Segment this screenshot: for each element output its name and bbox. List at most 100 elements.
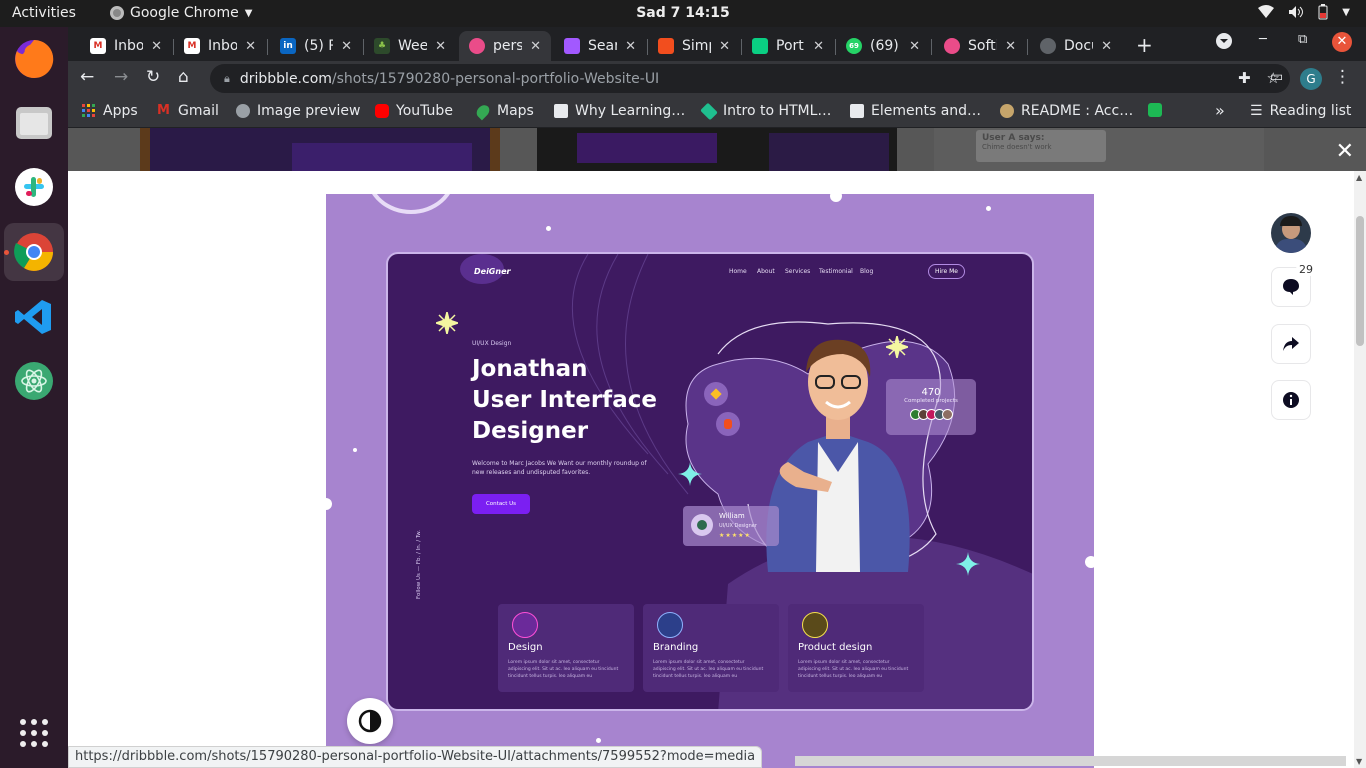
bookmark-maps[interactable]: Maps	[474, 102, 534, 120]
close-tab-icon[interactable]: ✕	[245, 39, 256, 54]
show-applications-button[interactable]	[10, 709, 58, 757]
extensions-puzzle-icon[interactable]: ✚	[1238, 69, 1251, 87]
firefox-launcher[interactable]	[10, 35, 58, 83]
designer-avatar[interactable]	[1271, 213, 1311, 253]
system-tray[interactable]: ▼	[1258, 4, 1350, 20]
close-tab-icon[interactable]: ✕	[530, 39, 541, 54]
tab-gmail-2[interactable]: M Inbo ✕	[174, 31, 266, 61]
scrollbar-thumb[interactable]	[1356, 216, 1364, 346]
background-thumbnail	[140, 128, 500, 171]
bookmark-intro-html[interactable]: Intro to HTML…	[700, 102, 831, 120]
close-tab-icon[interactable]: ✕	[813, 39, 824, 54]
new-tab-button[interactable]: +	[1136, 33, 1153, 57]
tab-figma-search[interactable]: Sear ✕	[554, 31, 646, 61]
cast-icon[interactable]: ▭	[1270, 69, 1283, 85]
tab-linkedin[interactable]: in (5) P ✕	[270, 31, 362, 61]
close-tab-icon[interactable]: ✕	[435, 39, 446, 54]
bookmark-why-learning[interactable]: Why Learning…	[554, 103, 685, 119]
tab-docs[interactable]: Docu ✕	[1030, 31, 1122, 61]
bookmark-elements[interactable]: Elements and…	[850, 103, 981, 119]
branding-icon	[657, 612, 683, 638]
bookmark-label: Gmail	[178, 103, 219, 119]
vertical-scrollbar[interactable]: ▲ ▼	[1354, 171, 1366, 768]
shot-details-button[interactable]	[1271, 380, 1311, 420]
scroll-down-arrow-icon[interactable]: ▼	[1356, 757, 1362, 766]
contrast-toggle-button[interactable]	[347, 698, 393, 744]
service-card-product-design: Product design Lorem ipsum dolor sit ame…	[788, 604, 924, 692]
mockup-stats-card: 470 Completed projects	[886, 379, 976, 435]
share-button[interactable]	[1271, 324, 1311, 364]
tab-figma-portfolio[interactable]: Port ✕	[742, 31, 834, 61]
bookmark-label: Maps	[497, 103, 534, 119]
close-tab-icon[interactable]: ✕	[1101, 39, 1112, 54]
bookmark-youtube[interactable]: YouTube	[375, 103, 453, 119]
home-icon[interactable]: ⌂	[178, 67, 189, 87]
slack-launcher[interactable]	[10, 163, 58, 211]
tab-figma-simple[interactable]: Simp ✕	[648, 31, 740, 61]
reload-icon[interactable]: ↻	[146, 67, 160, 87]
tab-title: Wee	[398, 38, 428, 54]
vscode-icon	[15, 300, 51, 334]
gmail-icon: M	[157, 103, 170, 118]
tab-gmail-1[interactable]: M Inbo ✕	[80, 31, 172, 61]
bookmark-extension[interactable]	[1148, 103, 1162, 117]
tab-dribbble-software[interactable]: Softi ✕	[934, 31, 1026, 61]
backdrop-text: Chime doesn't work	[982, 143, 1052, 151]
shot-image[interactable]: DeiGner DeiGner Home About Services Test…	[326, 194, 1094, 768]
bookmark-label: Image preview	[257, 103, 361, 119]
atom-launcher[interactable]	[10, 357, 58, 405]
bookmark-readme[interactable]: README : Acc…	[1000, 103, 1133, 119]
minimize-icon[interactable]: ─	[1259, 32, 1267, 47]
more-bookmarks-button[interactable]: »	[1215, 101, 1225, 120]
horizontal-scrollbar[interactable]	[795, 756, 1346, 766]
url-path: /shots/15790280-personal-portfolio-Websi…	[331, 70, 660, 87]
close-tab-icon[interactable]: ✕	[1005, 39, 1016, 54]
restore-icon[interactable]: ⧉	[1298, 32, 1307, 47]
reading-list-icon: ☰	[1250, 103, 1263, 119]
tab-dribbble-active[interactable]: pers ✕	[459, 31, 551, 61]
forward-arrow-icon[interactable]: →	[114, 67, 128, 87]
files-launcher[interactable]	[10, 99, 58, 147]
system-menu-caret-icon: ▼	[1342, 6, 1350, 18]
vscode-launcher[interactable]	[10, 293, 58, 341]
mockup-logo: DeiGner	[474, 267, 511, 276]
app-grid-icon	[20, 719, 48, 747]
tab-search-icon[interactable]	[1216, 33, 1232, 53]
comment-count-badge: 29	[1296, 263, 1316, 276]
decorative-dot	[546, 226, 551, 231]
figma-icon	[564, 38, 580, 54]
close-tab-icon[interactable]: ✕	[719, 39, 730, 54]
tab-wee[interactable]: ♣ Wee ✕	[364, 31, 456, 61]
shot-modal: DeiGner DeiGner Home About Services Test…	[68, 171, 1354, 768]
profile-avatar[interactable]: G	[1300, 68, 1322, 90]
bookmark-gmail[interactable]: M Gmail	[157, 103, 219, 119]
close-tab-icon[interactable]: ✕	[625, 39, 636, 54]
close-window-icon[interactable]: ✕	[1332, 32, 1352, 52]
close-modal-icon[interactable]: ✕	[1336, 139, 1354, 164]
close-tab-icon[interactable]: ✕	[341, 39, 352, 54]
tab-whatsapp[interactable]: 69 (69) ✕	[836, 31, 930, 61]
close-tab-icon[interactable]: ✕	[909, 39, 920, 54]
tab-title: Simp	[682, 38, 711, 54]
bookmark-image-preview[interactable]: Image preview	[236, 103, 360, 119]
close-tab-icon[interactable]: ✕	[151, 39, 162, 54]
firefox-icon	[15, 39, 54, 78]
address-bar[interactable]: 🔒︎ dribbble.com/shots/15790280-personal-…	[210, 64, 1290, 93]
bookmark-apps[interactable]: Apps	[82, 103, 138, 119]
service-desc: Lorem ipsum dolor sit amet, consectetur …	[653, 660, 764, 679]
document-icon	[554, 104, 568, 118]
bookmark-label: Why Learning…	[575, 103, 686, 119]
chrome-launcher[interactable]	[4, 223, 64, 281]
back-arrow-icon[interactable]: ←	[80, 67, 94, 87]
decorative-dot	[596, 738, 601, 743]
dribbble-icon	[944, 38, 960, 54]
url-host: dribbble.com	[239, 70, 332, 87]
background-page-strip: User A says: Chime doesn't work ✕	[68, 128, 1366, 171]
linkedin-icon: in	[280, 38, 296, 54]
reading-list-button[interactable]: ☰ Reading list	[1250, 103, 1351, 119]
kebab-menu-icon[interactable]: ⋮	[1334, 67, 1351, 87]
tab-title: Softi	[968, 38, 998, 54]
scroll-up-arrow-icon[interactable]: ▲	[1356, 173, 1362, 182]
mockup-headline: Jonathan User Interface Designer	[472, 354, 732, 447]
clock[interactable]: Sad 7 14:15	[0, 5, 1366, 21]
